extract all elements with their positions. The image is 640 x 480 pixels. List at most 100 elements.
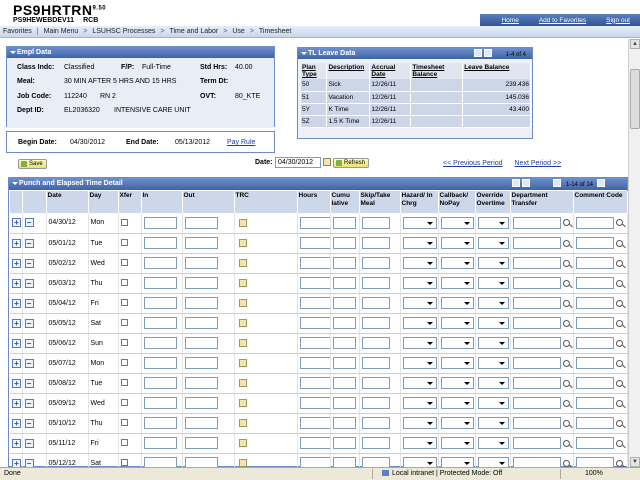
prompt-icon[interactable] xyxy=(238,419,247,427)
hazard-select[interactable] xyxy=(440,417,474,429)
prompt-icon[interactable] xyxy=(238,218,247,227)
hazard-select[interactable] xyxy=(440,216,474,229)
callback-select[interactable] xyxy=(477,457,509,467)
hours-input[interactable] xyxy=(332,257,356,269)
xfer-checkbox[interactable] xyxy=(120,419,128,427)
find-icon[interactable] xyxy=(474,49,482,57)
xfer-checkbox[interactable] xyxy=(120,399,128,407)
callback-select[interactable] xyxy=(477,216,509,229)
trc-input[interactable] xyxy=(299,277,329,289)
in-input[interactable] xyxy=(143,216,177,229)
xfer-checkbox[interactable] xyxy=(120,219,128,227)
out-input[interactable] xyxy=(184,357,218,369)
out-input[interactable] xyxy=(184,237,218,249)
skip-take-meal-select[interactable] xyxy=(402,216,437,229)
breadcrumb-time-and-labor[interactable]: Time and Labor xyxy=(169,28,218,35)
trc-input[interactable] xyxy=(299,337,329,349)
hours-input[interactable] xyxy=(332,277,356,289)
delete-row-icon[interactable]: − xyxy=(24,338,34,348)
skip-take-meal-select[interactable] xyxy=(402,317,437,329)
add-row-icon[interactable]: + xyxy=(12,438,21,448)
comment-code-input[interactable] xyxy=(575,297,614,309)
refresh-button[interactable]: Refresh xyxy=(333,158,370,168)
department-transfer-input[interactable] xyxy=(512,277,561,289)
trc-input[interactable] xyxy=(299,457,329,467)
lookup-icon[interactable] xyxy=(562,399,570,407)
lookup-icon[interactable] xyxy=(615,459,623,467)
in-input[interactable] xyxy=(143,397,177,409)
trc-input[interactable] xyxy=(299,377,329,389)
add-row-icon[interactable]: + xyxy=(12,238,21,248)
first-page-icon[interactable] xyxy=(553,179,561,187)
hazard-select[interactable] xyxy=(440,397,474,409)
trc-input[interactable] xyxy=(299,317,329,329)
lookup-icon[interactable] xyxy=(615,239,623,247)
in-input[interactable] xyxy=(143,237,177,249)
lookup-icon[interactable] xyxy=(562,459,570,467)
out-input[interactable] xyxy=(184,317,218,329)
xfer-checkbox[interactable] xyxy=(120,459,128,467)
leave-data-header[interactable]: TL Leave Data 1-4 of 4 xyxy=(298,48,532,59)
callback-select[interactable] xyxy=(477,397,509,409)
hazard-select[interactable] xyxy=(440,437,474,449)
comment-code-input[interactable] xyxy=(575,357,614,369)
prompt-icon[interactable] xyxy=(238,439,247,447)
out-input[interactable] xyxy=(184,277,218,289)
breadcrumb-use[interactable]: Use xyxy=(232,28,244,35)
in-input[interactable] xyxy=(143,417,177,429)
hours-input[interactable] xyxy=(332,297,356,309)
delete-row-icon[interactable]: − xyxy=(24,458,34,467)
lookup-icon[interactable] xyxy=(562,439,570,447)
skip-take-meal-select[interactable] xyxy=(402,277,437,289)
lookup-icon[interactable] xyxy=(615,419,623,427)
delete-row-icon[interactable]: − xyxy=(24,218,34,228)
add-row-icon[interactable]: + xyxy=(12,258,21,268)
hours-input[interactable] xyxy=(332,417,356,429)
hours-input[interactable] xyxy=(332,337,356,349)
department-transfer-input[interactable] xyxy=(512,377,561,389)
lookup-icon[interactable] xyxy=(562,359,570,367)
callback-select[interactable] xyxy=(477,357,509,369)
lookup-icon[interactable] xyxy=(615,259,623,267)
callback-select[interactable] xyxy=(477,377,509,389)
comment-code-input[interactable] xyxy=(575,417,614,429)
leave-col-description[interactable]: Description xyxy=(326,63,371,79)
skip-take-meal-select[interactable] xyxy=(402,417,437,429)
delete-row-icon[interactable]: − xyxy=(24,398,34,408)
prompt-icon[interactable] xyxy=(238,379,247,387)
comment-code-input[interactable] xyxy=(575,237,614,249)
leave-col-leave-balance[interactable]: Leave Balance xyxy=(462,63,531,79)
delete-row-icon[interactable]: − xyxy=(24,318,34,328)
lookup-icon[interactable] xyxy=(562,219,570,227)
lookup-icon[interactable] xyxy=(615,379,623,387)
add-row-icon[interactable]: + xyxy=(12,418,21,428)
add-row-icon[interactable]: + xyxy=(12,318,21,328)
home-link[interactable]: Home xyxy=(501,17,518,24)
xfer-checkbox[interactable] xyxy=(120,359,128,367)
department-transfer-input[interactable] xyxy=(512,257,561,269)
trc-input[interactable] xyxy=(299,257,329,269)
comment-code-input[interactable] xyxy=(575,437,614,449)
add-row-icon[interactable]: + xyxy=(12,398,21,408)
trc-input[interactable] xyxy=(299,297,329,309)
scroll-thumb[interactable] xyxy=(630,69,640,129)
add-to-favorites-link[interactable]: Add to Favorites xyxy=(539,17,586,24)
out-input[interactable] xyxy=(184,397,218,409)
department-transfer-input[interactable] xyxy=(512,437,561,449)
lookup-icon[interactable] xyxy=(615,219,623,227)
add-row-icon[interactable]: + xyxy=(12,338,21,348)
prompt-icon[interactable] xyxy=(238,299,247,307)
breadcrumb-favorites[interactable]: Favorites xyxy=(3,28,32,35)
lookup-icon[interactable] xyxy=(615,319,623,327)
lookup-icon[interactable] xyxy=(562,259,570,267)
in-input[interactable] xyxy=(143,457,177,467)
hazard-select[interactable] xyxy=(440,237,474,249)
department-transfer-input[interactable] xyxy=(512,457,561,467)
lookup-icon[interactable] xyxy=(615,279,623,287)
skip-take-meal-select[interactable] xyxy=(402,357,437,369)
out-input[interactable] xyxy=(184,437,218,449)
comment-code-input[interactable] xyxy=(575,397,614,409)
add-row-icon[interactable]: + xyxy=(12,358,21,368)
callback-select[interactable] xyxy=(477,257,509,269)
department-transfer-input[interactable] xyxy=(512,297,561,309)
